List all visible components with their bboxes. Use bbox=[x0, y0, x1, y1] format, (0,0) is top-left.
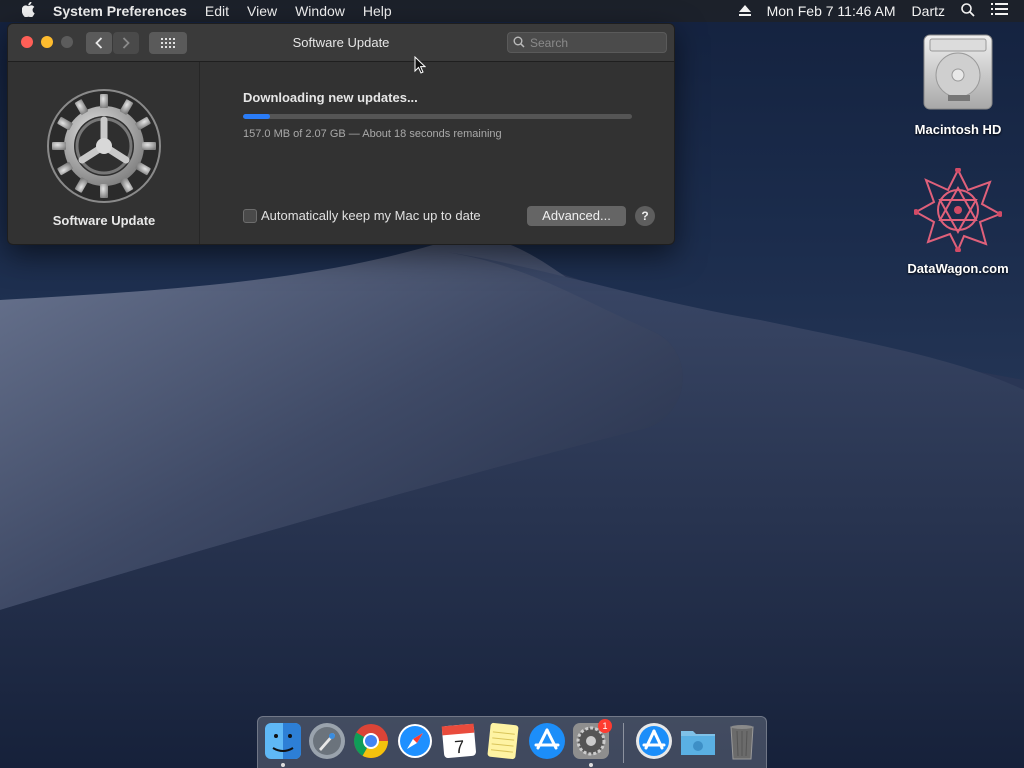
search-field[interactable] bbox=[507, 32, 667, 53]
launchpad-icon[interactable] bbox=[307, 721, 347, 761]
mouse-pointer-icon bbox=[414, 56, 426, 74]
chrome-icon[interactable] bbox=[351, 721, 391, 761]
folder-icon[interactable] bbox=[678, 721, 718, 761]
pane-sidebar: Software Update bbox=[8, 62, 200, 244]
apple-menu-icon[interactable] bbox=[21, 1, 35, 20]
desktop-icon-label: Macintosh HD bbox=[914, 122, 1002, 137]
notification-center-icon[interactable] bbox=[991, 3, 1008, 19]
auto-update-checkbox[interactable] bbox=[243, 209, 257, 223]
notes-icon[interactable] bbox=[483, 721, 523, 761]
menu-help[interactable]: Help bbox=[363, 3, 392, 19]
spotlight-icon[interactable] bbox=[961, 2, 975, 20]
search-icon bbox=[513, 36, 525, 48]
notification-badge: 1 bbox=[598, 719, 612, 733]
help-button[interactable]: ? bbox=[635, 206, 655, 226]
datawagon-logo-icon bbox=[913, 167, 1003, 253]
pane-label: Software Update bbox=[52, 213, 156, 228]
dock: 7 1 bbox=[257, 716, 767, 768]
desktop-icon-label: DataWagon.com bbox=[907, 261, 1009, 276]
menu-edit[interactable]: Edit bbox=[205, 3, 229, 19]
progress-detail: 157.0 MB of 2.07 GB — About 18 seconds r… bbox=[243, 128, 502, 140]
trash-icon[interactable] bbox=[722, 721, 762, 761]
app-store-icon[interactable] bbox=[527, 721, 567, 761]
finder-icon[interactable] bbox=[263, 721, 303, 761]
download-progress-bar bbox=[243, 114, 632, 119]
menu-window[interactable]: Window bbox=[295, 3, 345, 19]
search-input[interactable] bbox=[530, 35, 650, 50]
title-bar[interactable]: Software Update bbox=[8, 24, 674, 62]
status-title: Downloading new updates... bbox=[243, 90, 418, 105]
downloads-stack-icon[interactable] bbox=[634, 721, 674, 761]
desktop-icon-macintosh-hd[interactable]: Macintosh HD bbox=[898, 33, 1018, 137]
menu-app-name[interactable]: System Preferences bbox=[53, 3, 187, 19]
running-indicator bbox=[281, 763, 285, 767]
hard-drive-icon bbox=[923, 34, 993, 110]
menu-user[interactable]: Dartz bbox=[912, 3, 945, 19]
eject-icon[interactable] bbox=[738, 3, 751, 19]
desktop-icon-datawagon[interactable]: DataWagon.com bbox=[898, 167, 1018, 276]
menu-clock[interactable]: Mon Feb 7 11:46 AM bbox=[767, 3, 896, 19]
running-indicator bbox=[589, 763, 593, 767]
progress-fill bbox=[243, 114, 271, 119]
software-update-gear-icon bbox=[47, 89, 161, 203]
advanced-button[interactable]: Advanced... bbox=[527, 206, 626, 226]
auto-update-label[interactable]: Automatically keep my Mac up to date bbox=[261, 208, 481, 223]
svg-text:7: 7 bbox=[454, 737, 466, 758]
software-update-window: Software Update Search Software Update D… bbox=[7, 23, 675, 245]
calendar-icon[interactable]: 7 bbox=[439, 721, 479, 761]
menu-view[interactable]: View bbox=[247, 3, 277, 19]
safari-icon[interactable] bbox=[395, 721, 435, 761]
dock-separator bbox=[623, 723, 624, 763]
menu-bar: System Preferences Edit View Window Help… bbox=[0, 0, 1024, 22]
